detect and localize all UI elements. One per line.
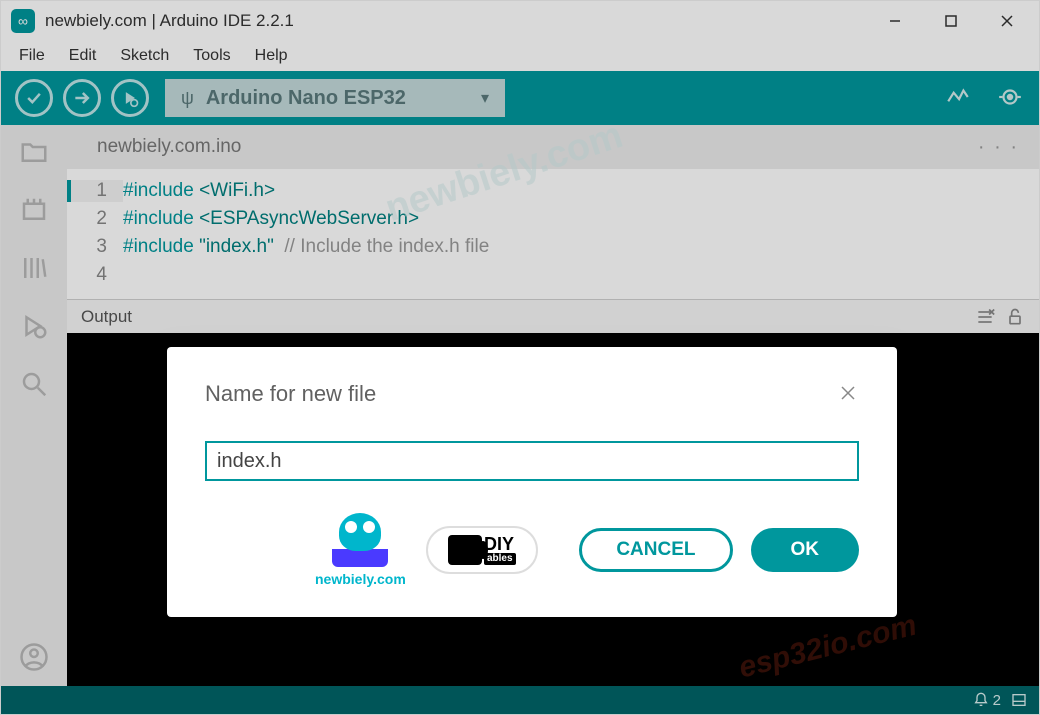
usb-icon: ψ xyxy=(181,88,194,109)
arduino-app-icon: ∞ xyxy=(11,9,35,33)
code-editor[interactable]: 1#include <WiFi.h> 2#include <ESPAsyncWe… xyxy=(67,169,1039,299)
line-number: 1 xyxy=(67,180,123,202)
line-number: 3 xyxy=(67,236,123,258)
output-lock-icon[interactable] xyxy=(1005,307,1025,327)
dialog-title: Name for new file xyxy=(205,381,839,407)
close-button[interactable] xyxy=(979,1,1035,41)
menu-sketch[interactable]: Sketch xyxy=(110,43,179,69)
filename-input[interactable] xyxy=(205,441,859,481)
serial-plotter-icon[interactable] xyxy=(945,84,973,112)
output-clear-icon[interactable] xyxy=(975,307,995,327)
menubar: File Edit Sketch Tools Help xyxy=(1,41,1039,71)
sidebar xyxy=(1,125,67,686)
panel-toggle-icon[interactable] xyxy=(1011,692,1027,708)
maximize-button[interactable] xyxy=(923,1,979,41)
window-title: newbiely.com | Arduino IDE 2.2.1 xyxy=(45,11,867,31)
dialog-close-button[interactable] xyxy=(839,384,859,404)
new-file-dialog: Name for new file newbiely.com DIY ables xyxy=(167,347,897,617)
toolbar: ψ Arduino Nano ESP32 ▾ xyxy=(1,71,1039,125)
tab-overflow-icon[interactable]: · · · xyxy=(970,136,1027,159)
minimize-button[interactable] xyxy=(867,1,923,41)
statusbar: 2 xyxy=(1,686,1039,714)
titlebar: ∞ newbiely.com | Arduino IDE 2.2.1 xyxy=(1,1,1039,41)
upload-button[interactable] xyxy=(63,79,101,117)
menu-tools[interactable]: Tools xyxy=(183,43,240,69)
output-panel-header: Output xyxy=(67,299,1039,333)
tab-file[interactable]: newbiely.com.ino xyxy=(79,128,259,166)
tab-row: newbiely.com.ino · · · xyxy=(67,125,1039,169)
diyables-logo: DIY ables xyxy=(426,526,538,574)
board-name: Arduino Nano ESP32 xyxy=(206,87,469,110)
search-icon[interactable] xyxy=(19,369,49,399)
chevron-down-icon: ▾ xyxy=(481,88,489,108)
menu-file[interactable]: File xyxy=(9,43,55,69)
line-number: 2 xyxy=(67,208,123,230)
output-label: Output xyxy=(81,307,132,327)
debug-sidebar-icon[interactable] xyxy=(19,311,49,341)
ok-button[interactable]: OK xyxy=(751,528,860,572)
notifications-icon[interactable]: 2 xyxy=(973,692,1001,709)
menu-help[interactable]: Help xyxy=(245,43,298,69)
newbiely-logo: newbiely.com xyxy=(315,513,406,587)
library-manager-icon[interactable] xyxy=(19,253,49,283)
line-number: 4 xyxy=(67,264,123,286)
verify-button[interactable] xyxy=(15,79,53,117)
notifications-count: 2 xyxy=(993,692,1001,709)
serial-monitor-icon[interactable] xyxy=(997,84,1025,112)
menu-edit[interactable]: Edit xyxy=(59,43,107,69)
debug-button[interactable] xyxy=(111,79,149,117)
account-icon[interactable] xyxy=(19,642,49,672)
sketchbook-icon[interactable] xyxy=(19,137,49,167)
boards-manager-icon[interactable] xyxy=(19,195,49,225)
board-selector[interactable]: ψ Arduino Nano ESP32 ▾ xyxy=(165,79,505,117)
branding-logos: newbiely.com DIY ables xyxy=(315,513,538,587)
cancel-button[interactable]: CANCEL xyxy=(579,528,732,572)
